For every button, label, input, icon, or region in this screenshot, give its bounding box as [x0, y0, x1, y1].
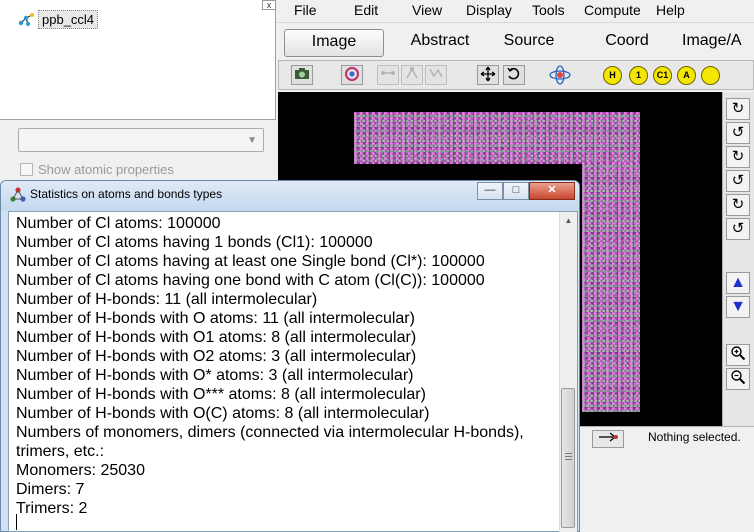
close-button[interactable]: ✕ — [529, 182, 575, 200]
menu-file[interactable]: File — [294, 2, 317, 18]
molecule-icon — [18, 13, 34, 26]
torsion-tool-icon[interactable] — [425, 65, 447, 85]
rotate-y-minus-icon[interactable]: ↺ — [726, 170, 750, 192]
stat-line-hbonds-oc: Number of H-bonds with O(C) atoms: 8 (al… — [16, 405, 430, 422]
label-symbol-number-button[interactable]: C1 — [653, 66, 672, 85]
property-dropdown[interactable]: ▼ — [18, 128, 264, 152]
tab-image-a[interactable]: Image/A — [682, 29, 754, 55]
stat-line-hbonds-o2: Number of H-bonds with O2 atoms: 3 (all … — [16, 348, 417, 365]
viewer-side-controls: ↻ ↺ ↻ ↺ ↻ ↺ ▲ ▼ — [722, 92, 754, 426]
molecule-cloud-render — [354, 112, 640, 164]
tab-source[interactable]: Source — [494, 29, 564, 55]
stat-line-dimers: Dimers: 7 — [16, 481, 85, 498]
maximize-button[interactable]: □ — [503, 182, 529, 200]
tab-abstract[interactable]: Abstract — [388, 29, 492, 55]
move-down-icon[interactable]: ▼ — [726, 296, 750, 318]
show-atomic-properties-checkbox[interactable]: Show atomic properties — [20, 160, 174, 178]
menu-help[interactable]: Help — [656, 2, 685, 18]
app-icon — [10, 187, 26, 203]
background-area — [578, 452, 754, 532]
rotate-z-plus-icon[interactable]: ↻ — [726, 194, 750, 216]
status-text: Nothing selected. — [648, 430, 741, 444]
close-icon: ✕ — [547, 184, 557, 196]
viewer-toolbar: H 1 C1 A — [278, 60, 754, 90]
stat-line-hbonds-o: Number of H-bonds with O atoms: 11 (all … — [16, 310, 415, 327]
molecule-cloud-render-side — [582, 162, 640, 412]
label-atom-button[interactable]: A — [677, 66, 696, 85]
menu-display[interactable]: Display — [466, 2, 512, 18]
rotate-tool-icon[interactable] — [503, 65, 525, 85]
statistics-lines: Number of Cl atoms: 100000 Number of Cl … — [16, 214, 556, 518]
menu-compute[interactable]: Compute — [584, 2, 641, 18]
stat-line-hbonds-o1: Number of H-bonds with O1 atoms: 8 (all … — [16, 329, 417, 346]
maximize-icon: □ — [512, 184, 520, 196]
tree-node-ppb-ccl4[interactable]: ppb_ccl4 — [18, 8, 99, 30]
label-hydrogen-button[interactable]: H — [603, 66, 622, 85]
stat-line-cl-single: Number of Cl atoms having at least one S… — [16, 253, 485, 270]
menu-tools[interactable]: Tools — [532, 2, 565, 18]
move-up-icon[interactable]: ▲ — [726, 272, 750, 294]
rotate-z-minus-icon[interactable]: ↺ — [726, 218, 750, 240]
statistics-text-area[interactable]: Number of Cl atoms: 100000 Number of Cl … — [8, 211, 578, 532]
stat-line-trimers: Trimers: 2 — [16, 500, 88, 517]
minimize-button[interactable]: — — [477, 182, 503, 200]
stat-line-monomers-header: Numbers of monomers, dimers (connected v… — [16, 424, 524, 460]
zoom-out-icon[interactable] — [726, 368, 750, 390]
menu-edit[interactable]: Edit — [354, 2, 378, 18]
menu-view[interactable]: View — [412, 2, 442, 18]
label-none-button[interactable] — [701, 66, 720, 85]
stat-line-monomers: Monomers: 25030 — [16, 462, 145, 479]
scrollbar-thumb[interactable] — [561, 388, 575, 528]
orbital-icon[interactable] — [549, 65, 571, 85]
chevron-down-icon: ▼ — [247, 135, 257, 146]
stat-line-hbonds: Number of H-bonds: 11 (all intermolecula… — [16, 291, 318, 308]
camera-icon[interactable] — [291, 65, 313, 85]
show-atomic-properties-label: Show atomic properties — [38, 161, 174, 177]
bond-tool-icon[interactable] — [377, 65, 399, 85]
select-atom-icon[interactable] — [341, 65, 363, 85]
tab-image[interactable]: Image — [284, 29, 384, 57]
fit-to-screen-icon[interactable] — [477, 65, 499, 85]
stat-line-hbonds-ostar: Number of H-bonds with O* atoms: 3 (all … — [16, 367, 414, 384]
stat-line-cl-c: Number of Cl atoms having one bond with … — [16, 272, 485, 289]
zoom-in-icon[interactable] — [726, 344, 750, 366]
panel-close-button[interactable]: x — [262, 0, 276, 10]
angle-tool-icon[interactable] — [401, 65, 423, 85]
stat-line-cl-atoms: Number of Cl atoms: 100000 — [16, 215, 221, 232]
rotate-x-plus-icon[interactable]: ↻ — [726, 98, 750, 120]
dialog-title: Statistics on atoms and bonds types — [30, 187, 223, 201]
text-caret — [16, 514, 17, 530]
view-tab-bar: Image Abstract Source Coord Image/A — [276, 22, 754, 58]
rotate-y-plus-icon[interactable]: ↻ — [726, 146, 750, 168]
stat-line-cl1: Number of Cl atoms having 1 bonds (Cl1):… — [16, 234, 373, 251]
scroll-up-icon[interactable]: ▲ — [560, 212, 577, 229]
stat-line-hbonds-o3star: Number of H-bonds with O*** atoms: 8 (al… — [16, 386, 426, 403]
minimize-icon: — — [484, 184, 496, 196]
tab-coord[interactable]: Coord — [590, 29, 664, 55]
checkbox-box — [20, 162, 33, 176]
selection-mode-button[interactable] — [592, 430, 624, 448]
label-number-button[interactable]: 1 — [629, 66, 648, 85]
rotate-x-minus-icon[interactable]: ↺ — [726, 122, 750, 144]
menu-bar: File Edit View Display Tools Compute Hel… — [276, 0, 754, 22]
tree-node-label: ppb_ccl4 — [38, 9, 99, 29]
